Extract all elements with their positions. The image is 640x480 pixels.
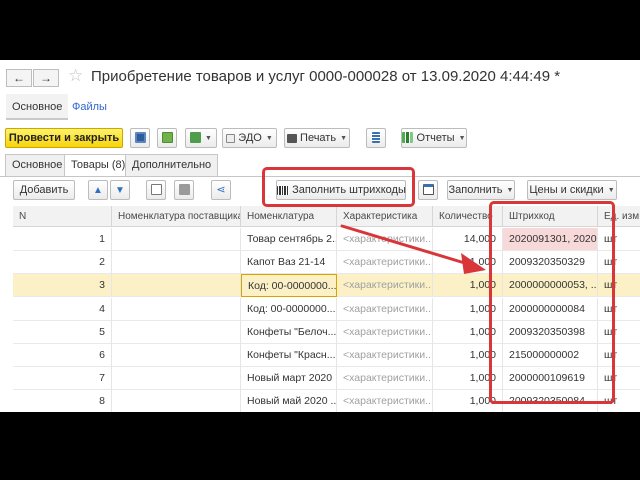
annotation-arrow [340,224,486,274]
app-window: ← → ☆ Приобретение товаров и услуг 0000-… [0,60,640,412]
